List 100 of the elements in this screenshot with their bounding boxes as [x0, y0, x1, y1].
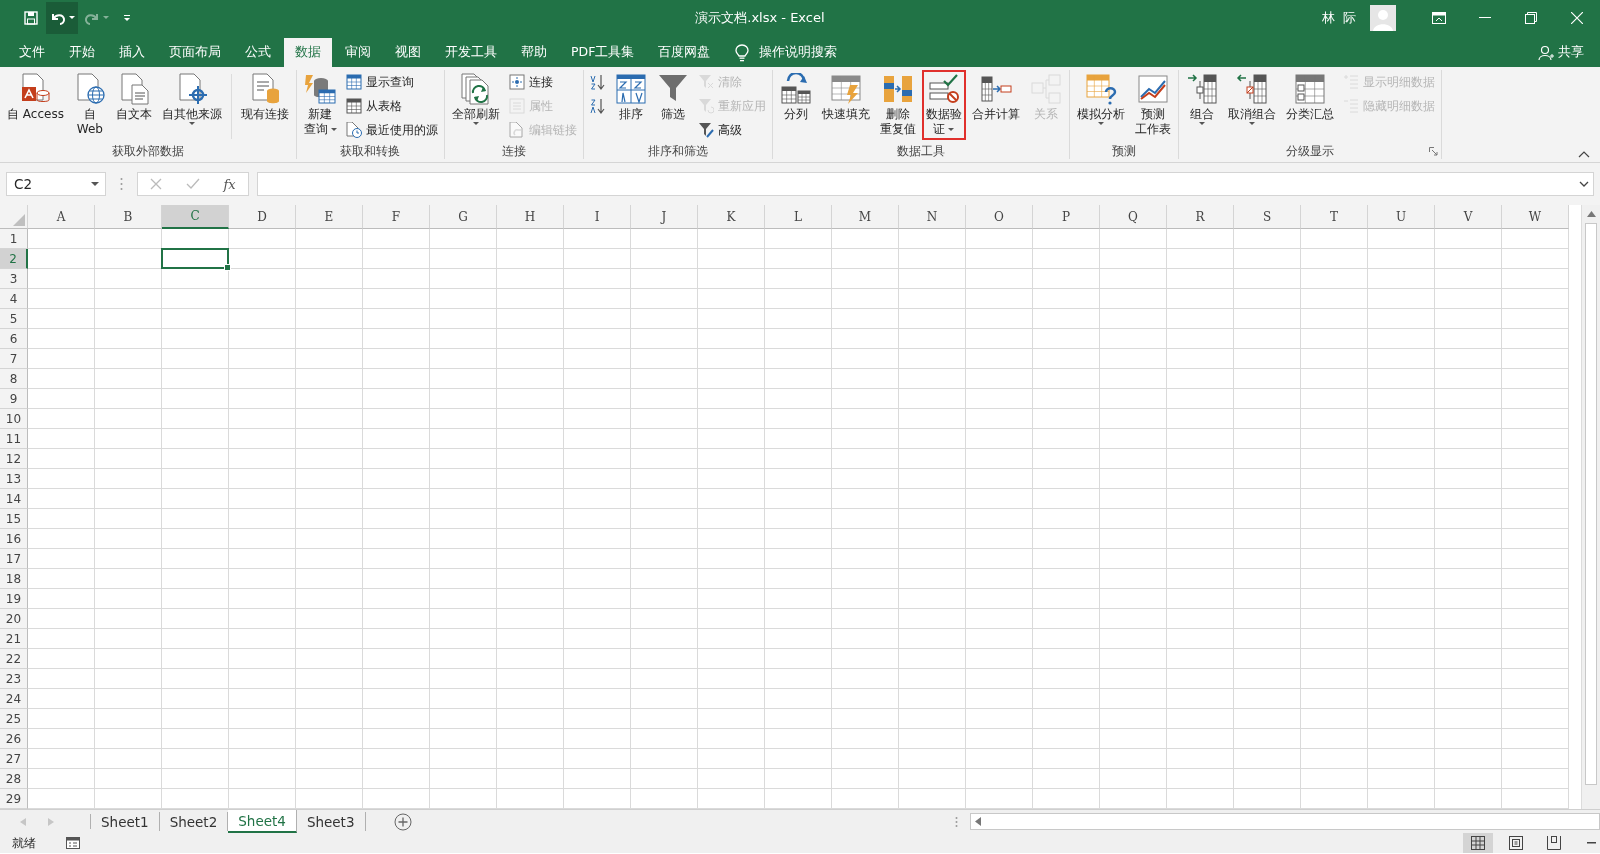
- column-header[interactable]: K: [698, 205, 765, 229]
- row-header[interactable]: 28: [0, 769, 28, 789]
- row-header[interactable]: 15: [0, 509, 28, 529]
- row-header[interactable]: 20: [0, 609, 28, 629]
- ribbon-button[interactable]: 自 Access: [3, 70, 68, 125]
- column-header[interactable]: E: [296, 205, 363, 229]
- ribbon-button[interactable]: 删除 重复值: [875, 70, 920, 140]
- ribbon-tab[interactable]: 开始: [58, 38, 106, 67]
- row-header[interactable]: 12: [0, 449, 28, 469]
- column-header[interactable]: M: [832, 205, 899, 229]
- row-header[interactable]: 1: [0, 229, 28, 249]
- column-header[interactable]: H: [497, 205, 564, 229]
- ribbon-tab[interactable]: 数据: [284, 38, 332, 67]
- vertical-scrollbar[interactable]: [1581, 205, 1600, 809]
- ribbon-button[interactable]: 合并计算: [967, 70, 1024, 125]
- ribbon-button[interactable]: 筛选: [652, 70, 693, 125]
- column-header[interactable]: D: [229, 205, 296, 229]
- row-header[interactable]: 9: [0, 389, 28, 409]
- ribbon-button[interactable]: 现有连接: [236, 70, 293, 125]
- column-header[interactable]: A: [28, 205, 95, 229]
- ribbon-tab[interactable]: 百度网盘: [647, 38, 722, 67]
- row-header[interactable]: 17: [0, 549, 28, 569]
- column-header[interactable]: G: [430, 205, 497, 229]
- column-header[interactable]: B: [95, 205, 162, 229]
- row-header[interactable]: 10: [0, 409, 28, 429]
- column-header[interactable]: P: [1033, 205, 1100, 229]
- column-header[interactable]: R: [1167, 205, 1234, 229]
- ribbon-button[interactable]: 组合: [1181, 70, 1222, 128]
- row-header[interactable]: 27: [0, 749, 28, 769]
- ribbon-button[interactable]: 自 Web: [69, 70, 110, 140]
- ribbon-button[interactable]: 数据验 证: [921, 70, 966, 140]
- ribbon-button[interactable]: 最近使用的源: [342, 119, 441, 141]
- ribbon-button[interactable]: 连接: [505, 71, 580, 93]
- row-header[interactable]: 6: [0, 329, 28, 349]
- row-header[interactable]: 7: [0, 349, 28, 369]
- column-header[interactable]: T: [1301, 205, 1368, 229]
- ribbon-button[interactable]: 新建 查询: [299, 70, 341, 140]
- column-header[interactable]: L: [765, 205, 832, 229]
- ribbon-button[interactable]: 自其他来源: [157, 70, 226, 128]
- row-header[interactable]: 11: [0, 429, 28, 449]
- ribbon-button[interactable]: 从表格: [342, 95, 441, 117]
- row-header[interactable]: 29: [0, 789, 28, 809]
- share-button[interactable]: 共享: [1522, 38, 1600, 67]
- column-header[interactable]: I: [564, 205, 631, 229]
- ribbon-tab[interactable]: 页面布局: [158, 38, 232, 67]
- active-cell[interactable]: [161, 248, 229, 269]
- ribbon-tab[interactable]: 插入: [108, 38, 156, 67]
- column-header[interactable]: U: [1368, 205, 1435, 229]
- ribbon-tab[interactable]: 开发工具: [434, 38, 508, 67]
- ribbon-tab[interactable]: 公式: [234, 38, 282, 67]
- ribbon-tab[interactable]: 审阅: [334, 38, 382, 67]
- row-header[interactable]: 23: [0, 669, 28, 689]
- sheet-tab[interactable]: Sheet3: [296, 812, 366, 831]
- row-header[interactable]: 24: [0, 689, 28, 709]
- ribbon-button[interactable]: 显示查询: [342, 71, 441, 93]
- row-header[interactable]: 2: [0, 249, 28, 269]
- row-header[interactable]: 5: [0, 309, 28, 329]
- ribbon-button[interactable]: 分列: [775, 70, 816, 125]
- formula-input[interactable]: [257, 172, 1594, 196]
- ribbon-button[interactable]: 模拟分析: [1072, 70, 1129, 128]
- column-header[interactable]: N: [899, 205, 966, 229]
- row-header[interactable]: 18: [0, 569, 28, 589]
- ribbon-tab[interactable]: PDF工具集: [560, 38, 646, 67]
- row-header[interactable]: 22: [0, 649, 28, 669]
- undo-button[interactable]: [46, 1, 78, 34]
- new-sheet-button[interactable]: [393, 810, 412, 833]
- horizontal-scrollbar[interactable]: [970, 813, 1600, 830]
- tell-me-search[interactable]: 操作说明搜索: [723, 38, 848, 67]
- row-header[interactable]: 25: [0, 709, 28, 729]
- column-header[interactable]: S: [1234, 205, 1301, 229]
- row-header[interactable]: 3: [0, 269, 28, 289]
- ribbon-button[interactable]: 分类汇总: [1281, 70, 1338, 125]
- row-header[interactable]: 4: [0, 289, 28, 309]
- column-header[interactable]: F: [363, 205, 430, 229]
- column-header[interactable]: C: [162, 205, 229, 229]
- column-header[interactable]: Q: [1100, 205, 1167, 229]
- row-header[interactable]: 26: [0, 729, 28, 749]
- ribbon-tab[interactable]: 文件: [8, 38, 56, 67]
- ribbon-button[interactable]: 取消组合: [1223, 70, 1280, 128]
- ribbon-button[interactable]: 自文本: [111, 70, 156, 125]
- ribbon-tab[interactable]: 视图: [384, 38, 432, 67]
- view-button[interactable]: [1463, 833, 1493, 853]
- row-header[interactable]: 19: [0, 589, 28, 609]
- row-header[interactable]: 8: [0, 369, 28, 389]
- column-header[interactable]: V: [1435, 205, 1502, 229]
- column-header[interactable]: O: [966, 205, 1033, 229]
- name-box[interactable]: C2: [6, 172, 106, 196]
- ribbon-button[interactable]: 全部刷新: [447, 70, 504, 128]
- row-header[interactable]: 16: [0, 529, 28, 549]
- row-header[interactable]: 14: [0, 489, 28, 509]
- ribbon-button[interactable]: 排序: [610, 70, 651, 125]
- ribbon-button[interactable]: 快速填充: [817, 70, 874, 125]
- sheet-tab[interactable]: Sheet4: [228, 810, 297, 833]
- column-header[interactable]: W: [1502, 205, 1569, 229]
- ribbon-button[interactable]: 预测 工作表: [1130, 70, 1175, 140]
- row-header[interactable]: 13: [0, 469, 28, 489]
- sheet-tab[interactable]: Sheet1: [91, 812, 160, 831]
- ribbon-tab[interactable]: 帮助: [510, 38, 558, 67]
- column-header[interactable]: J: [631, 205, 698, 229]
- row-header[interactable]: 21: [0, 629, 28, 649]
